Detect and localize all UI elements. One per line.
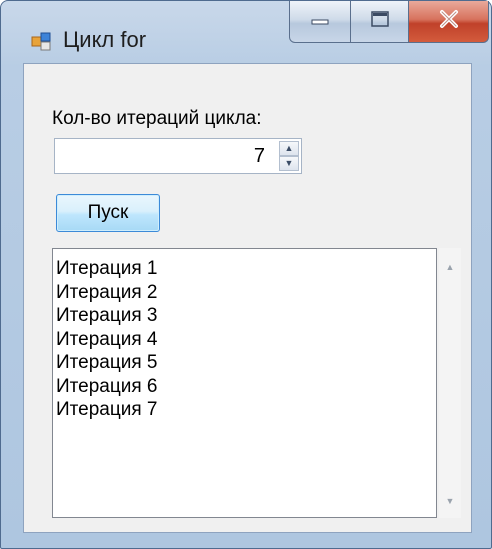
list-item[interactable]: Итерация 7 — [56, 398, 436, 422]
iterations-numeric-input[interactable]: 7 ▲ ▼ — [54, 138, 302, 174]
chevron-down-icon: ▼ — [445, 496, 455, 506]
minimize-icon — [310, 13, 330, 31]
list-item[interactable]: Итерация 6 — [56, 375, 436, 399]
iterations-listbox[interactable]: Итерация 1 Итерация 2 Итерация 3 Итераци… — [52, 248, 437, 518]
run-button[interactable]: Пуск — [56, 194, 160, 232]
minimize-button[interactable] — [289, 1, 351, 43]
app-window: Цикл for Кол-во итераций цикла: 7 ▲ ▼ Пу… — [0, 0, 492, 549]
spin-up-button[interactable]: ▲ — [279, 141, 299, 156]
chevron-up-icon: ▲ — [445, 262, 455, 272]
list-item[interactable]: Итерация 3 — [56, 304, 436, 328]
close-button[interactable] — [409, 1, 489, 43]
iterations-value[interactable]: 7 — [254, 145, 265, 168]
window-controls — [289, 1, 489, 43]
listbox-scrollbar[interactable]: ▲ ▼ — [439, 248, 461, 518]
window-title: Цикл for — [63, 27, 147, 52]
chevron-up-icon: ▲ — [284, 143, 294, 153]
spin-down-button[interactable]: ▼ — [279, 156, 299, 171]
title-bar[interactable]: Цикл for — [1, 1, 491, 63]
list-item[interactable]: Итерация 5 — [56, 351, 436, 375]
chevron-down-icon: ▼ — [284, 158, 294, 168]
list-item[interactable]: Итерация 4 — [56, 328, 436, 352]
iterations-label: Кол-во итераций цикла: — [52, 108, 262, 129]
form-icon — [31, 31, 51, 51]
maximize-icon — [370, 10, 390, 33]
scroll-down-arrow[interactable]: ▼ — [439, 490, 461, 512]
list-item[interactable]: Итерация 2 — [56, 281, 436, 305]
form-client-area: Кол-во итераций цикла: 7 ▲ ▼ Пуск Итерац… — [23, 63, 472, 533]
iterations-spinner: ▲ ▼ — [279, 141, 299, 171]
maximize-button[interactable] — [351, 1, 409, 43]
scroll-up-arrow[interactable]: ▲ — [439, 256, 461, 278]
close-icon — [438, 9, 460, 34]
list-item[interactable]: Итерация 1 — [56, 257, 436, 281]
